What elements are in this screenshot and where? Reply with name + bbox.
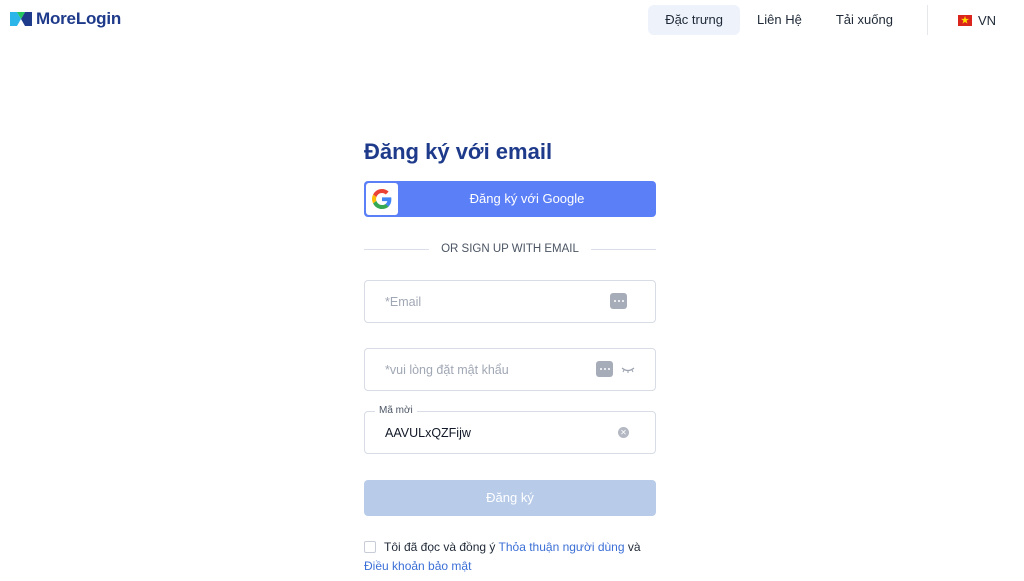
page-title: Đăng ký với email [364, 139, 553, 164]
clear-icon[interactable]: ✕ [618, 427, 629, 438]
nav-item-contact[interactable]: Liên Hệ [740, 5, 819, 35]
brand-logo[interactable]: MoreLogin [10, 9, 121, 29]
signup-submit-button[interactable]: Đăng ký [364, 480, 656, 516]
email-field-container [364, 280, 656, 323]
signup-form: Đăng ký với email Đăng ký với Google OR … [364, 137, 656, 573]
invite-code-input[interactable] [385, 412, 585, 453]
google-icon [366, 183, 398, 215]
terms-prefix: Tôi đã đọc và đồng ý [384, 540, 496, 554]
password-field-container [364, 348, 656, 391]
vietnam-flag-icon [957, 14, 972, 26]
email-input[interactable] [385, 281, 585, 322]
terms-checkbox[interactable] [364, 541, 376, 553]
divider-line-right [590, 248, 656, 250]
nav-item-download[interactable]: Tải xuống [819, 5, 910, 35]
morelogin-logo-icon [10, 12, 32, 26]
terms-and: và [627, 540, 641, 554]
google-signup-label: Đăng ký với Google [469, 191, 585, 206]
nav-item-features[interactable]: Đặc trưng [648, 5, 741, 35]
user-agreement-link[interactable]: Thỏa thuận người dùng [499, 540, 625, 554]
google-signup-button[interactable]: Đăng ký với Google [364, 181, 656, 217]
or-divider: OR SIGN UP WITH EMAIL [364, 241, 656, 257]
top-header: MoreLogin Đặc trưng Liên Hệ Tải xuống VN [0, 0, 1024, 40]
password-input[interactable] [385, 349, 585, 390]
divider-line-left [364, 248, 430, 250]
terms-agreement: Tôi đã đọc và đồng ý Thỏa thuận người dù… [364, 538, 656, 576]
divider-text: OR SIGN UP WITH EMAIL [441, 243, 579, 255]
top-nav: Đặc trưng Liên Hệ Tải xuống VN [648, 5, 1024, 35]
privacy-policy-link[interactable]: Điều khoản bảo mật [364, 559, 471, 573]
brand-name: MoreLogin [36, 9, 122, 28]
nav-divider [926, 5, 928, 35]
password-manager-icon[interactable] [610, 293, 627, 309]
password-manager-icon[interactable] [596, 361, 613, 377]
language-label: VN [977, 12, 996, 28]
language-selector[interactable]: VN [942, 13, 1024, 28]
eye-closed-icon[interactable] [621, 362, 635, 376]
invite-code-field-container: Mã mời ✕ [364, 405, 656, 454]
